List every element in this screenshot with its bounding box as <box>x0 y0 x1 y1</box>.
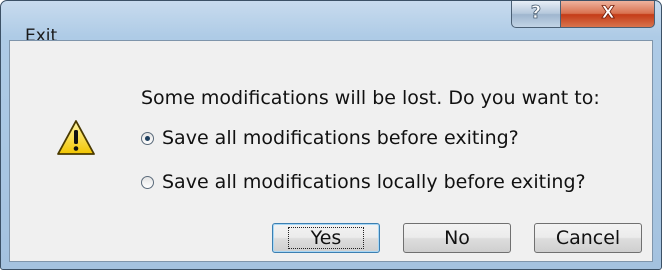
radio-button[interactable] <box>141 175 154 189</box>
help-button[interactable]: ? <box>511 1 561 28</box>
svg-text:?: ? <box>531 2 541 22</box>
option-save-before-exit[interactable]: Save all modifications before exiting? <box>141 127 519 149</box>
close-icon: X <box>598 2 618 26</box>
yes-button[interactable]: Yes <box>272 223 380 253</box>
caption-buttons: ? X <box>511 1 655 29</box>
close-button[interactable]: X <box>561 1 655 28</box>
help-icon: ? <box>526 2 546 26</box>
option-label: Save all modifications locally before ex… <box>162 171 586 193</box>
option-label: Save all modifications before exiting? <box>162 127 519 149</box>
radio-button[interactable] <box>141 131 154 145</box>
warning-icon <box>56 119 96 157</box>
no-button[interactable]: No <box>403 223 511 253</box>
yes-button-label: Yes <box>287 227 365 249</box>
exit-dialog-window: Exit ? X Some modifications will be lost… <box>0 0 662 270</box>
option-save-locally-before-exit[interactable]: Save all modifications locally before ex… <box>141 171 586 193</box>
no-button-label: No <box>444 227 470 249</box>
title-bar[interactable]: Exit ? X <box>1 1 661 46</box>
cancel-button[interactable]: Cancel <box>534 223 642 253</box>
dialog-message: Some modifications will be lost. Do you … <box>141 87 600 109</box>
svg-text:X: X <box>601 3 614 22</box>
dialog-content: Some modifications will be lost. Do you … <box>9 40 653 262</box>
cancel-button-label: Cancel <box>555 227 621 249</box>
